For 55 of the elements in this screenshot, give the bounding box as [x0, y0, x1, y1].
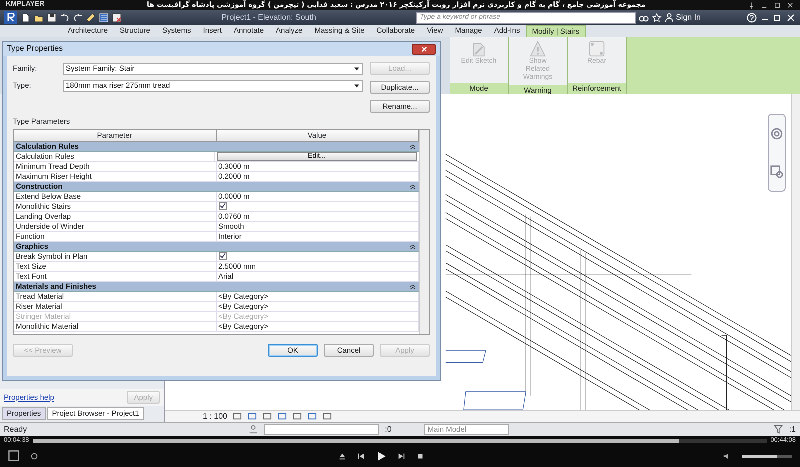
play-icon[interactable] [376, 450, 386, 462]
zoom-icon[interactable] [770, 165, 784, 179]
warning-icon [529, 40, 547, 58]
help-icon[interactable] [747, 12, 757, 22]
app-logo-icon[interactable] [4, 11, 18, 24]
sun-path-icon[interactable] [263, 412, 272, 421]
restore-icon[interactable] [773, 12, 783, 22]
shadows-icon[interactable] [278, 412, 288, 421]
selection-count: :1 [789, 424, 796, 436]
stop-icon[interactable] [416, 452, 424, 460]
redo-icon[interactable] [73, 12, 83, 22]
close-views-icon[interactable] [112, 12, 122, 22]
status-text: Ready [4, 424, 28, 436]
person-icon [665, 13, 674, 22]
undo-icon[interactable] [60, 12, 70, 22]
sign-in-link[interactable]: Sign In [665, 12, 701, 24]
rebar-icon [588, 40, 606, 58]
folder-icon[interactable] [34, 12, 44, 22]
next-icon[interactable] [396, 452, 406, 460]
crop-view-icon[interactable] [293, 412, 302, 421]
ruler-icon[interactable] [86, 12, 96, 22]
window-title: Project1 - Elevation: South [220, 12, 318, 24]
worksets-icon[interactable] [249, 425, 258, 434]
checkbox[interactable] [218, 202, 226, 210]
close-button[interactable] [412, 44, 436, 54]
hide-isolate-icon[interactable] [308, 412, 318, 421]
previous-icon[interactable] [356, 452, 366, 460]
eject-icon[interactable] [338, 452, 346, 460]
visual-style-icon[interactable] [248, 412, 258, 421]
detail-level-icon[interactable] [233, 412, 242, 421]
settings-icon[interactable] [30, 452, 39, 460]
dialog-title: Type Properties [7, 43, 64, 55]
reveal-hidden-icon[interactable] [323, 412, 332, 421]
star-icon[interactable] [652, 12, 662, 22]
caret-icon [354, 66, 360, 72]
check-icon [220, 203, 226, 210]
filter-icon[interactable] [774, 425, 784, 434]
close-icon [420, 46, 428, 52]
sketch-icon [470, 40, 488, 58]
pin-icon[interactable] [748, 2, 755, 8]
volume-slider[interactable] [742, 454, 792, 458]
view-scale[interactable]: 1 : 100 [203, 410, 228, 422]
caret-icon [354, 82, 360, 88]
editing-count: :0 [385, 424, 392, 436]
close-icon[interactable] [787, 2, 794, 8]
document-icon[interactable] [21, 12, 31, 22]
check-icon [220, 253, 226, 260]
vertical-scrollbar[interactable] [791, 94, 800, 410]
navigation-bar[interactable] [768, 114, 786, 192]
save-icon[interactable] [47, 12, 57, 22]
maximize-icon[interactable] [774, 2, 781, 8]
checkbox[interactable] [218, 252, 226, 260]
vertical-scrollbar[interactable] [419, 130, 429, 334]
steering-wheel-icon[interactable] [770, 127, 784, 141]
workset-field[interactable] [264, 424, 380, 435]
